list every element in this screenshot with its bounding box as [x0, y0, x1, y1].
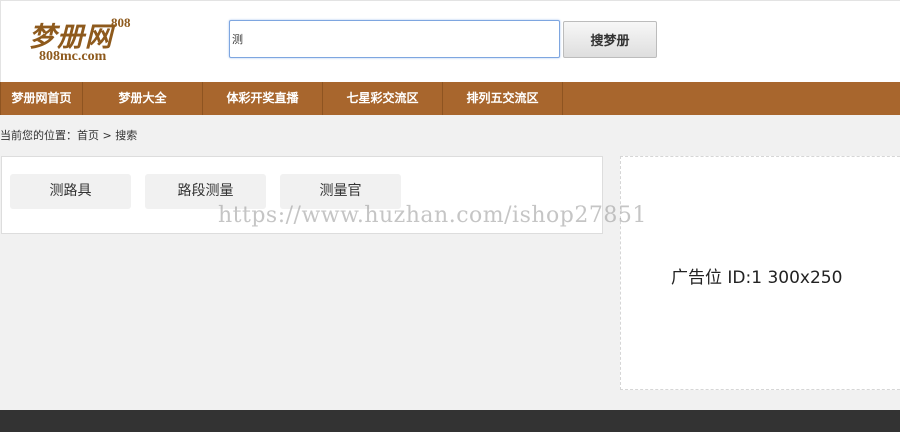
- logo-superscript: 808: [111, 15, 131, 30]
- result-tag[interactable]: 测路具: [10, 174, 131, 209]
- breadcrumb-home-link[interactable]: 首页: [77, 129, 99, 142]
- breadcrumb: 当前您的位置：首页 > 搜索: [0, 129, 137, 143]
- main-nav: 梦册网首页 梦册大全 体彩开奖直播 七星彩交流区 排列五交流区: [0, 82, 900, 115]
- page-footer: [0, 410, 900, 432]
- nav-item-catalog[interactable]: 梦册大全: [83, 82, 203, 115]
- watermark-text: https://www.huzhan.com/ishop27851: [218, 203, 647, 228]
- breadcrumb-prefix: 当前您的位置：: [0, 129, 77, 142]
- site-logo[interactable]: 梦册网 808 808mc.com: [29, 13, 149, 69]
- breadcrumb-current: 搜索: [115, 129, 138, 142]
- search-button[interactable]: 搜梦册: [563, 21, 657, 58]
- logo-domain: 808mc.com: [39, 49, 107, 64]
- ad-slot-label: 广告位 ID:1 300x250: [671, 268, 843, 288]
- breadcrumb-separator: >: [99, 129, 116, 142]
- nav-item-pl5-forum[interactable]: 排列五交流区: [443, 82, 563, 115]
- nav-item-home[interactable]: 梦册网首页: [0, 82, 83, 115]
- search-input[interactable]: [229, 20, 560, 58]
- nav-item-qxc-forum[interactable]: 七星彩交流区: [323, 82, 443, 115]
- ad-slot[interactable]: 广告位 ID:1 300x250: [620, 156, 900, 390]
- site-header: 梦册网 808 808mc.com 搜梦册: [0, 0, 900, 82]
- nav-item-live-draw[interactable]: 体彩开奖直播: [203, 82, 323, 115]
